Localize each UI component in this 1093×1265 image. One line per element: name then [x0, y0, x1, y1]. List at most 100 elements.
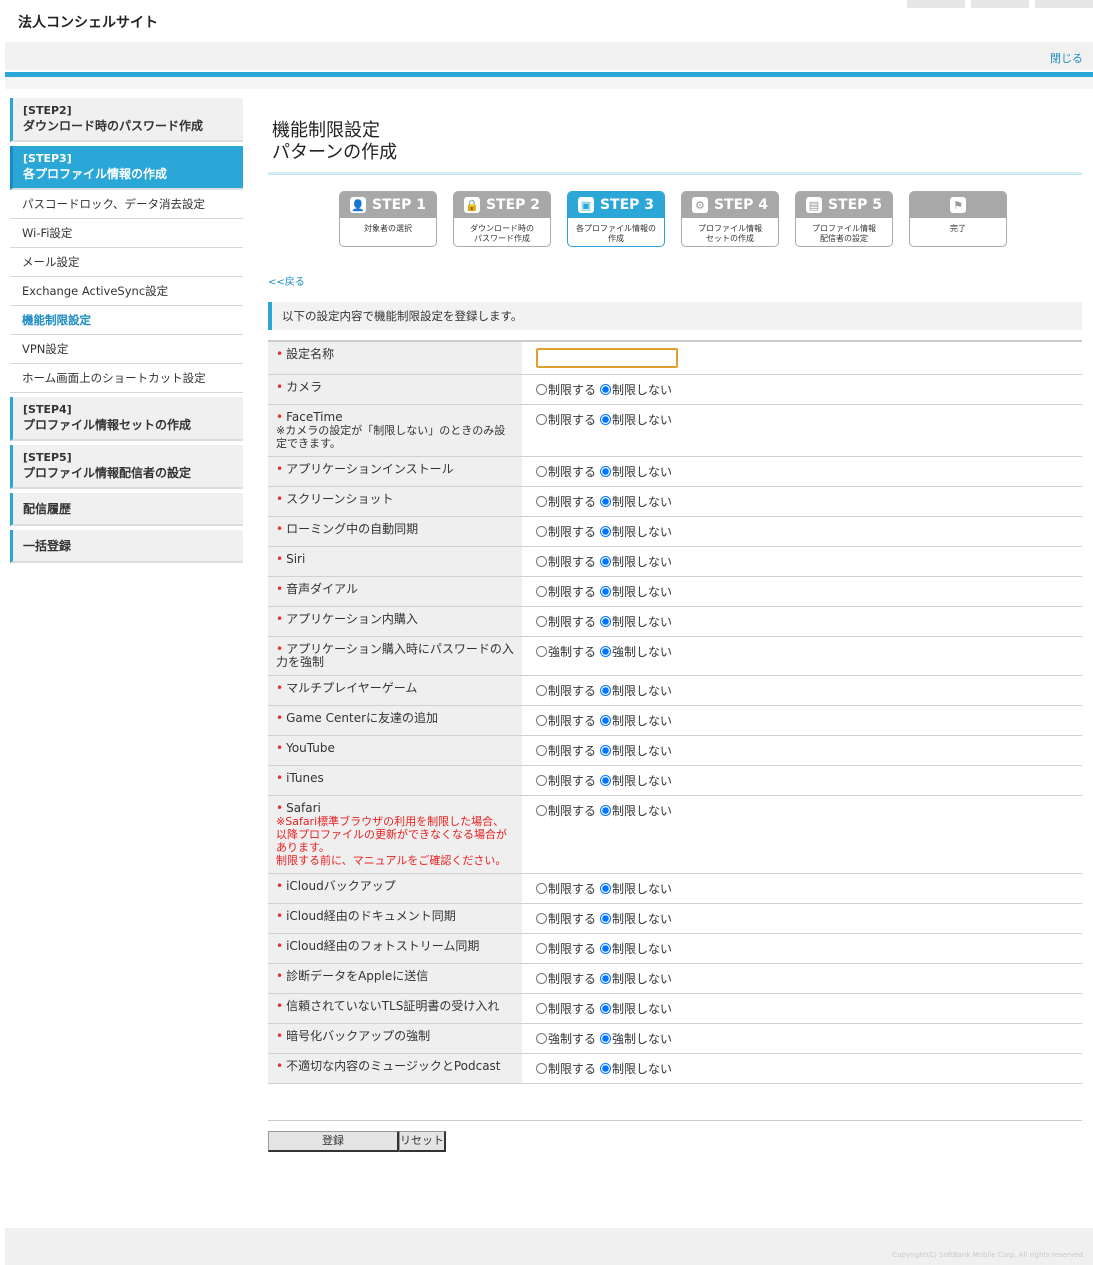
no-restrict-option[interactable]: 制限しない — [600, 1000, 672, 1017]
no-restrict-option[interactable]: 制限しない — [600, 712, 672, 729]
restrict-option[interactable]: 制限する — [536, 493, 596, 510]
restrict-option[interactable]: 制限する — [536, 970, 596, 987]
radio-button[interactable] — [536, 616, 547, 627]
radio-button[interactable] — [600, 943, 612, 954]
radio-button[interactable] — [600, 616, 612, 627]
no-restrict-option[interactable]: 制限しない — [600, 970, 672, 987]
submit-button[interactable]: 登録 — [268, 1131, 399, 1152]
radio-button[interactable] — [536, 745, 547, 756]
sidebar-item-exchange[interactable]: Exchange ActiveSync設定 — [10, 277, 243, 306]
radio-button[interactable] — [600, 526, 612, 537]
radio-button[interactable] — [536, 883, 547, 894]
radio-button[interactable] — [600, 586, 612, 597]
radio-button[interactable] — [600, 1063, 612, 1074]
restrict-option[interactable]: 制限する — [536, 411, 596, 428]
no-restrict-option[interactable]: 制限しない — [600, 411, 672, 428]
radio-button[interactable] — [600, 805, 612, 816]
radio-button[interactable] — [536, 943, 547, 954]
back-link[interactable]: <<戻る — [268, 273, 305, 288]
restrict-option[interactable]: 制限する — [536, 1000, 596, 1017]
radio-button[interactable] — [536, 1033, 547, 1044]
radio-button[interactable] — [600, 913, 612, 924]
radio-button[interactable] — [600, 973, 612, 984]
sidebar-step4[interactable]: [STEP4] プロファイル情報セットの作成 — [10, 397, 243, 441]
no-restrict-option[interactable]: 制限しない — [600, 880, 672, 897]
restrict-option[interactable]: 制限する — [536, 910, 596, 927]
sidebar-step2[interactable]: [STEP2] ダウンロード時のパスワード作成 — [10, 98, 243, 142]
radio-button[interactable] — [536, 775, 547, 786]
restrict-option[interactable]: 制限する — [536, 523, 596, 540]
no-restrict-option[interactable]: 制限しない — [600, 1060, 672, 1077]
no-restrict-option[interactable]: 制限しない — [600, 493, 672, 510]
radio-button[interactable] — [536, 414, 547, 425]
no-restrict-option[interactable]: 制限しない — [600, 772, 672, 789]
sidebar-step5[interactable]: [STEP5] プロファイル情報配信者の設定 — [10, 445, 243, 489]
sidebar-item-shortcut[interactable]: ホーム画面上のショートカット設定 — [10, 364, 243, 393]
radio-button[interactable] — [600, 414, 612, 425]
no-restrict-option[interactable]: 強制しない — [600, 1030, 672, 1047]
radio-button[interactable] — [600, 715, 612, 726]
restrict-option[interactable]: 制限する — [536, 381, 596, 398]
restrict-option[interactable]: 制限する — [536, 712, 596, 729]
radio-button[interactable] — [600, 685, 612, 696]
radio-button[interactable] — [536, 496, 547, 507]
radio-button[interactable] — [600, 1033, 612, 1044]
radio-button[interactable] — [536, 805, 547, 816]
sidebar-item-vpn[interactable]: VPN設定 — [10, 335, 243, 364]
radio-button[interactable] — [600, 466, 612, 477]
no-restrict-option[interactable]: 制限しない — [600, 802, 672, 819]
restrict-option[interactable]: 制限する — [536, 802, 596, 819]
no-restrict-option[interactable]: 制限しない — [600, 682, 672, 699]
radio-button[interactable] — [600, 1003, 612, 1014]
no-restrict-option[interactable]: 制限しない — [600, 940, 672, 957]
radio-button[interactable] — [536, 526, 547, 537]
restrict-option[interactable]: 制限する — [536, 940, 596, 957]
sidebar-step3[interactable]: [STEP3] 各プロファイル情報の作成 — [10, 146, 243, 190]
radio-button[interactable] — [600, 384, 612, 395]
no-restrict-option[interactable]: 強制しない — [600, 643, 672, 660]
radio-button[interactable] — [600, 745, 612, 756]
restrict-option[interactable]: 制限する — [536, 613, 596, 630]
no-restrict-option[interactable]: 制限しない — [600, 910, 672, 927]
sidebar-item-mail[interactable]: メール設定 — [10, 248, 243, 277]
restrict-option[interactable]: 制限する — [536, 772, 596, 789]
restrict-option[interactable]: 制限する — [536, 583, 596, 600]
radio-button[interactable] — [536, 715, 547, 726]
no-restrict-option[interactable]: 制限しない — [600, 613, 672, 630]
radio-button[interactable] — [536, 1003, 547, 1014]
radio-button[interactable] — [536, 556, 547, 567]
no-restrict-option[interactable]: 制限しない — [600, 553, 672, 570]
restrict-option[interactable]: 制限する — [536, 880, 596, 897]
sidebar-item-wifi[interactable]: Wi-Fi設定 — [10, 219, 243, 248]
sidebar-bulk-register[interactable]: 一括登録 — [10, 530, 243, 563]
no-restrict-option[interactable]: 制限しない — [600, 523, 672, 540]
no-restrict-option[interactable]: 制限しない — [600, 742, 672, 759]
radio-button[interactable] — [600, 646, 612, 657]
radio-button[interactable] — [536, 685, 547, 696]
no-restrict-option[interactable]: 制限しない — [600, 463, 672, 480]
radio-button[interactable] — [536, 913, 547, 924]
radio-button[interactable] — [536, 466, 547, 477]
radio-button[interactable] — [536, 1063, 547, 1074]
no-restrict-option[interactable]: 制限しない — [600, 583, 672, 600]
sidebar-item-passcode[interactable]: パスコードロック、データ消去設定 — [10, 190, 243, 219]
reset-button[interactable]: リセット — [399, 1131, 446, 1152]
restrict-option[interactable]: 制限する — [536, 1060, 596, 1077]
restrict-option[interactable]: 制限する — [536, 682, 596, 699]
radio-button[interactable] — [536, 973, 547, 984]
restrict-option[interactable]: 強制する — [536, 643, 596, 660]
restrict-option[interactable]: 強制する — [536, 1030, 596, 1047]
restrict-option[interactable]: 制限する — [536, 742, 596, 759]
restrict-option[interactable]: 制限する — [536, 553, 596, 570]
radio-button[interactable] — [600, 775, 612, 786]
sidebar-history[interactable]: 配信履歴 — [10, 493, 243, 526]
no-restrict-option[interactable]: 制限しない — [600, 381, 672, 398]
radio-button[interactable] — [600, 883, 612, 894]
radio-button[interactable] — [600, 496, 612, 507]
radio-button[interactable] — [536, 646, 547, 657]
restrict-option[interactable]: 制限する — [536, 463, 596, 480]
radio-button[interactable] — [536, 384, 547, 395]
setting-name-input[interactable] — [536, 348, 678, 368]
sidebar-item-restrictions[interactable]: 機能制限設定 — [10, 306, 243, 335]
close-link[interactable]: 閉じる — [1050, 50, 1083, 66]
